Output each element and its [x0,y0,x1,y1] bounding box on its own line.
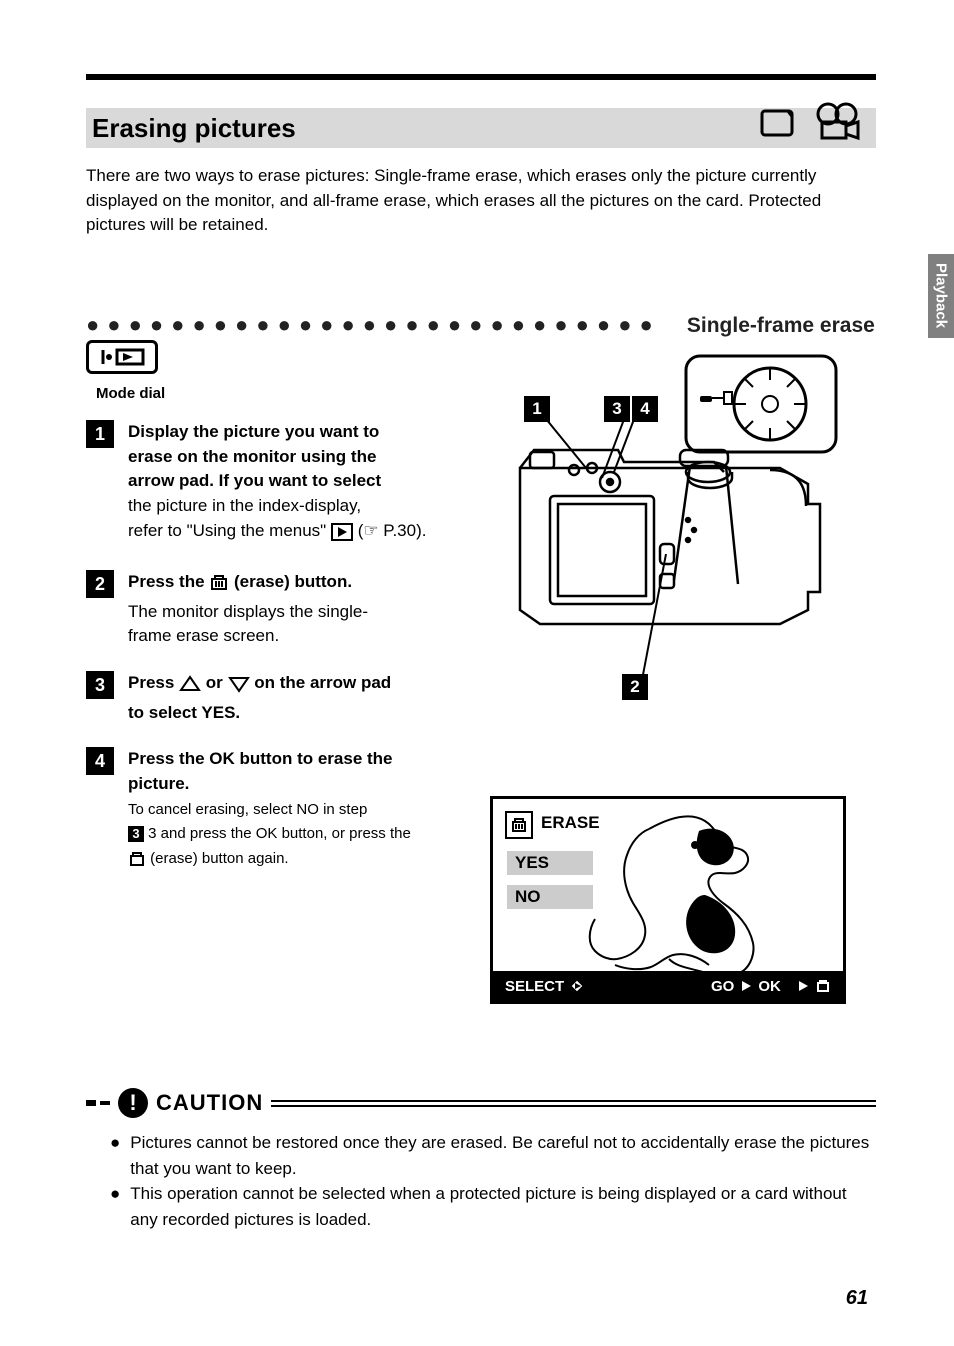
caution-label: CAUTION [156,1090,263,1116]
caution-item: ● Pictures cannot be restored once they … [110,1130,876,1181]
step-4: 4 Press the OK button to erase the pictu… [86,747,466,874]
step-3: 3 Press or on the arrow pad to select YE… [86,671,466,725]
lcd-erase-screen: ERASE YES NO SELECT GO OK [490,796,846,1004]
header-rule [86,74,876,80]
step-1-text: Display the picture you want to erase on… [128,420,426,548]
caution-heading: ! CAUTION [86,1088,876,1118]
step-2-text: Press the (erase) button. The monitor di… [128,570,368,649]
diagram-label-1: 1 [524,396,550,422]
mode-icons [758,102,864,146]
caution-item: ● This operation cannot be selected when… [110,1181,876,1232]
diagram-label-4: 4 [632,396,658,422]
erase-menu-title: ERASE [541,813,600,833]
movie-camera-icon [812,102,864,146]
mode-dial-chip [86,340,158,374]
step-number-2: 2 [86,570,114,598]
right-triangle-icon [797,980,809,992]
diagram-label-3: 3 [604,396,630,422]
card-icon [758,107,800,141]
footer-ok-label: OK [758,978,781,995]
step-number-4: 4 [86,747,114,775]
footer-go-label: GO [711,978,734,995]
step-2: 2 Press the (erase) button. The monitor … [86,570,466,649]
section-title: Erasing pictures [92,113,296,144]
step-number-1: 1 [86,420,114,448]
step-1: 1 Display the picture you want to erase … [86,420,466,548]
erase-icon [815,978,831,994]
arrow-up-icon [179,675,201,701]
arrow-down-icon [228,675,250,701]
nav-diamond-icon [570,979,584,993]
play-icon [331,523,353,549]
sub-heading: Single-frame erase [687,314,875,337]
step-number-3: 3 [86,671,114,699]
mode-dial-label: Mode dial [96,385,466,402]
lcd-footer-bar: SELECT GO OK [493,971,843,1001]
erase-option-yes[interactable]: YES [507,851,593,875]
steps-column: Mode dial 1 Display the picture you want… [86,340,466,897]
erase-option-no[interactable]: NO [507,885,593,909]
camera-diagram: 1 3 4 2 [490,340,860,700]
step-3-text: Press or on the arrow pad to select YES. [128,671,391,725]
erase-icon [209,572,229,600]
erase-menu-icon [505,811,533,839]
page-number: 61 [0,1287,954,1310]
footer-select-label: SELECT [505,978,564,995]
side-tab-playback: Playback [928,254,954,338]
intro-paragraph: There are two ways to erase pictures: Si… [86,164,866,238]
sub-heading-row: ●●●●●●●●●●●●●●●●●●●●●●●●●●● Single-frame… [86,312,875,338]
step-4-text: Press the OK button to erase the picture… [128,747,411,874]
caution-icon: ! [118,1088,148,1118]
diagram-label-2: 2 [622,674,648,700]
caution-list: ● Pictures cannot be restored once they … [110,1130,876,1232]
erase-icon [128,850,146,875]
right-triangle-icon [740,980,752,992]
